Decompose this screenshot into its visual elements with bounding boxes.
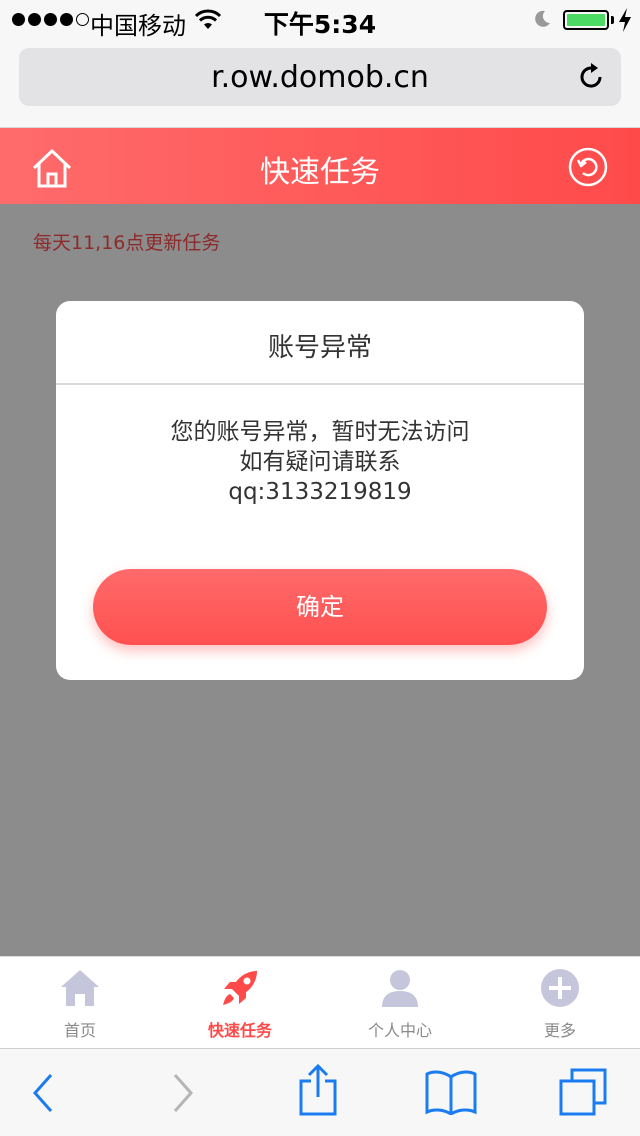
dialog-divider: [56, 383, 584, 385]
browser-address-area: r.ow.domob.cn: [0, 40, 640, 128]
tab-quick-tasks[interactable]: 快速任务: [160, 957, 320, 1049]
home-icon: [61, 970, 99, 1006]
tab-bar: 首页 快速任务 个人中心 更多: [0, 956, 640, 1048]
plus-circle-icon: [541, 969, 579, 1007]
address-bar[interactable]: r.ow.domob.cn: [19, 48, 621, 106]
refresh-icon[interactable]: [568, 147, 608, 187]
charging-bolt-icon: [619, 8, 631, 32]
user-icon: [382, 970, 418, 1007]
tab-more[interactable]: 更多: [480, 957, 640, 1049]
battery-icon: [563, 10, 609, 30]
browser-toolbar: [0, 1048, 640, 1136]
app-header: 快速任务: [0, 128, 640, 204]
moon-icon: [535, 10, 550, 27]
back-icon[interactable]: [32, 1073, 54, 1113]
tab-label: 快速任务: [207, 1021, 272, 1040]
tab-label: 个人中心: [367, 1021, 432, 1040]
rocket-icon: [223, 971, 257, 1005]
dialog-contact-qq: qq:3133219819: [228, 479, 412, 505]
tab-label: 更多: [543, 1021, 576, 1040]
account-error-dialog: 账号异常 您的账号异常，暂时无法访问 如有疑问请联系 qq:3133219819…: [56, 301, 584, 680]
dialog-message-line2: 如有疑问请联系: [239, 449, 401, 475]
share-icon[interactable]: [298, 1063, 338, 1117]
forward-icon[interactable]: [172, 1073, 194, 1113]
tab-home[interactable]: 首页: [0, 957, 160, 1049]
tab-label: 首页: [63, 1021, 96, 1040]
bookmarks-icon[interactable]: [425, 1069, 477, 1115]
dialog-message-line1: 您的账号异常，暂时无法访问: [170, 419, 470, 445]
dialog-message: 您的账号异常，暂时无法访问 如有疑问请联系 qq:3133219819: [56, 417, 584, 507]
tab-personal-center[interactable]: 个人中心: [320, 957, 480, 1049]
url-text: r.ow.domob.cn: [211, 60, 429, 95]
page-title: 快速任务: [260, 155, 380, 190]
reload-icon[interactable]: [576, 62, 606, 92]
confirm-button[interactable]: 确定: [93, 569, 547, 645]
status-bar: 中国移动 下午5:34: [0, 0, 640, 40]
tabs-icon[interactable]: [558, 1067, 608, 1117]
dialog-title: 账号异常: [267, 333, 372, 363]
